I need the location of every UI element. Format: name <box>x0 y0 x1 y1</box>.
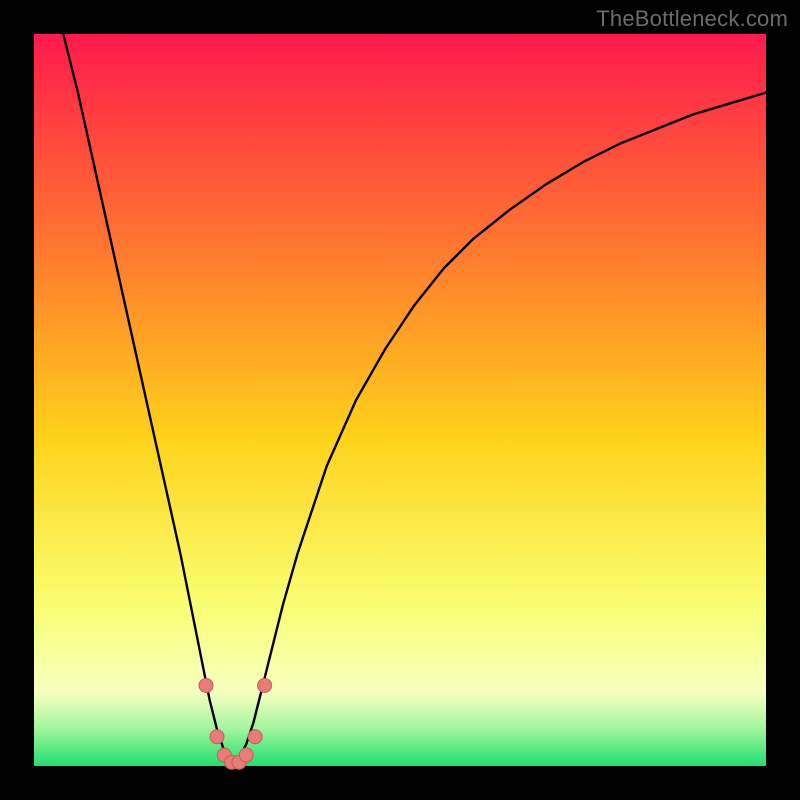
marker-point <box>210 730 224 744</box>
watermark-text: TheBottleneck.com <box>596 6 788 32</box>
marker-point <box>248 730 262 744</box>
marker-point <box>258 678 272 692</box>
marker-point <box>199 678 213 692</box>
bottleneck-chart <box>0 0 800 800</box>
marker-point <box>239 748 253 762</box>
chart-frame: TheBottleneck.com <box>0 0 800 800</box>
plot-area <box>34 34 766 766</box>
